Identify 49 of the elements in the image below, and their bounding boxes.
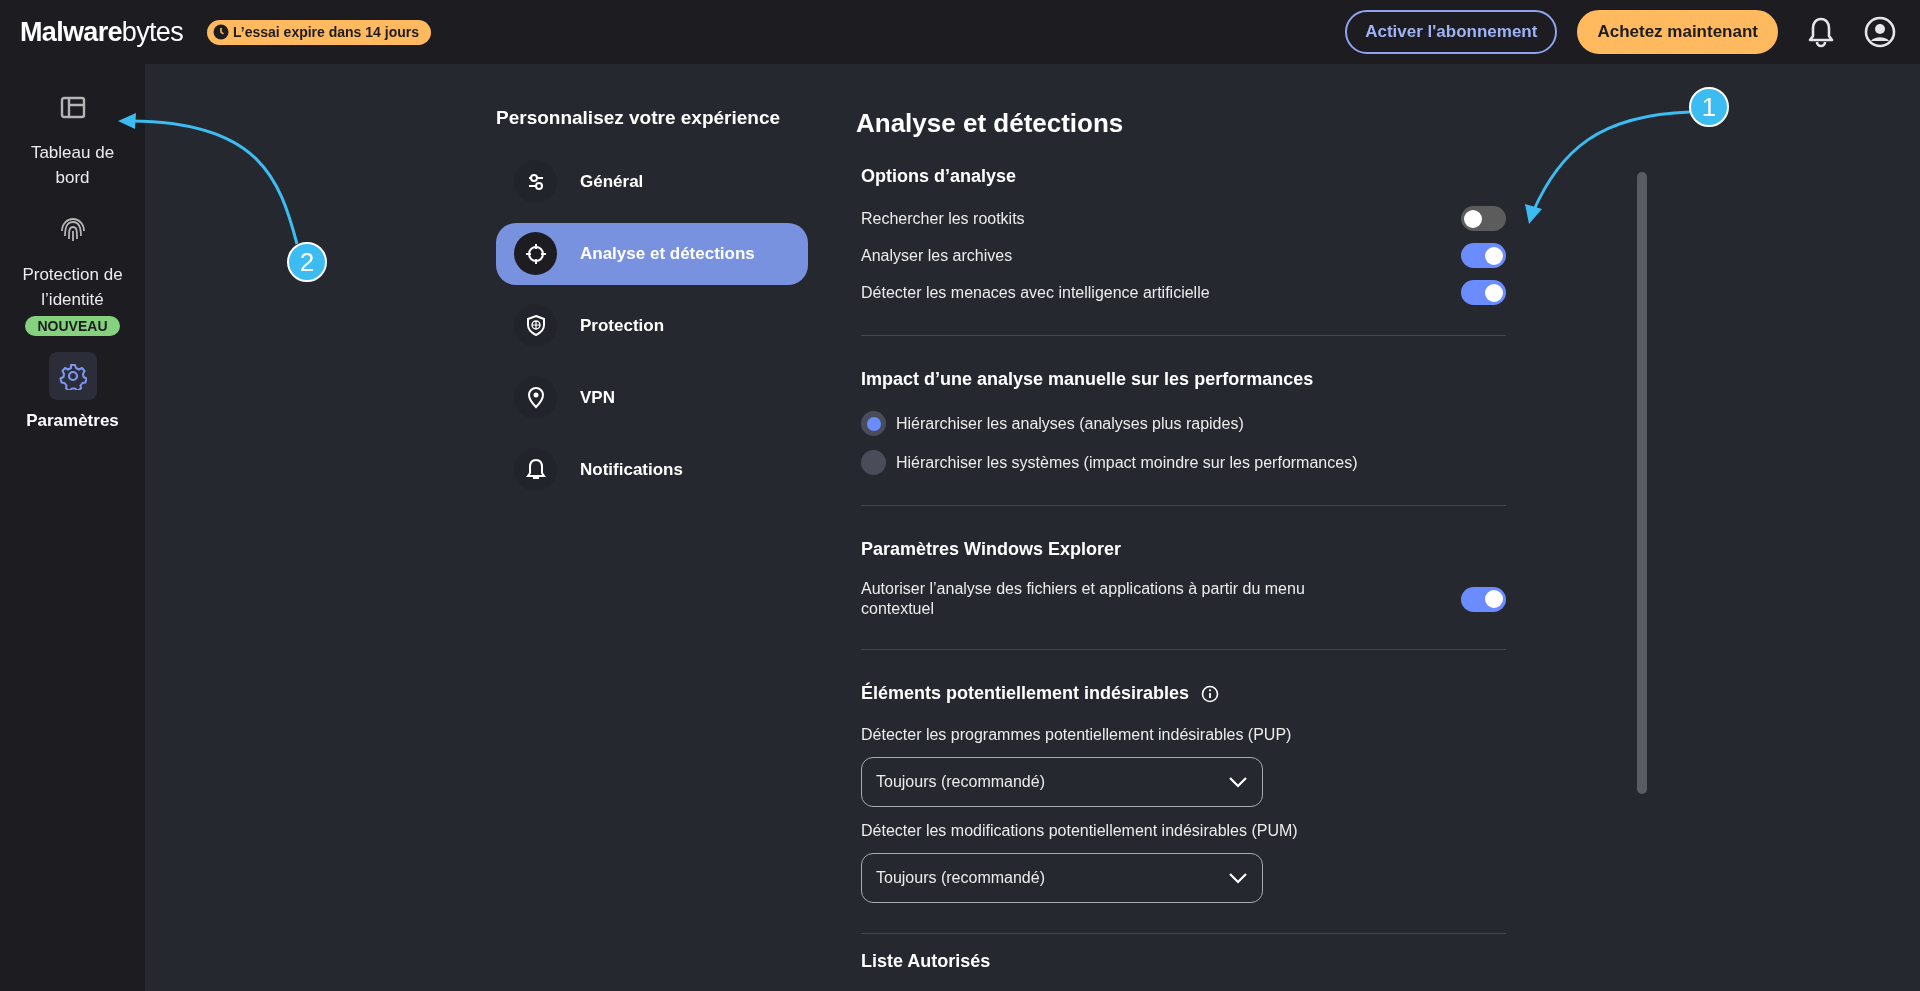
- sidebar-link[interactable]: Tableau de bord: [12, 140, 133, 190]
- radio-button[interactable]: [861, 411, 886, 436]
- radio-label: Hiérarchiser les analyses (analyses plus rapides): [896, 413, 1244, 434]
- shield-icon: [514, 304, 557, 347]
- field-label: Détecter les modifications potentiellement indésirables (PUM): [861, 821, 1299, 841]
- toggle-switch[interactable]: [1461, 243, 1506, 268]
- nav-icon-tile[interactable]: [48, 352, 97, 400]
- crosshair-icon: [514, 232, 557, 275]
- gear-icon[interactable]: [58, 362, 87, 390]
- settings-nav-item[interactable]: Général: [496, 150, 808, 213]
- chevron-down-icon: [1228, 776, 1248, 788]
- bell-icon: [514, 448, 557, 491]
- radio-button[interactable]: [861, 450, 886, 475]
- chevron-down-icon: [1228, 872, 1248, 884]
- logo: Malwarebytes: [20, 15, 183, 49]
- setting-label: Analyser les archives: [861, 245, 1013, 266]
- fingerprint-icon[interactable]: [58, 216, 87, 244]
- sidebar-link[interactable]: Protection de l’identité: [12, 262, 133, 312]
- section-title: Liste Autorisés: [861, 950, 991, 973]
- section-title: Options d’analyse: [861, 165, 1017, 188]
- info-icon[interactable]: [1201, 684, 1220, 703]
- toggle-switch[interactable]: [1461, 586, 1506, 612]
- sidebar-link[interactable]: Paramètres: [26, 408, 119, 433]
- notification-bell-icon[interactable]: [1806, 16, 1836, 48]
- sliders-icon: [514, 160, 557, 203]
- pin-icon: [514, 376, 557, 419]
- setting-label: Rechercher les rootkits: [861, 208, 1025, 229]
- dropdown[interactable]: Toujours (recommandé): [861, 853, 1263, 903]
- setting-label: Détecter les menaces avec intelligence artificielle: [861, 282, 1210, 303]
- page-title: Analyse et détections: [856, 107, 1125, 140]
- section-title: Éléments potentiellement indésirables: [861, 681, 1190, 705]
- new-badge: NOUVEAU: [25, 316, 120, 336]
- settings-nav-title: Personnalisez votre expérience: [496, 106, 782, 130]
- section-title: Impact d’une analyse manuelle sur les performances: [861, 368, 1314, 391]
- setting-label: Autoriser l’analyse des fichiers et applications à partir du menu contextuel: [861, 579, 1306, 619]
- dropdown[interactable]: Toujours (recommandé): [861, 757, 1263, 807]
- settings-nav-item[interactable]: VPN: [496, 366, 808, 429]
- settings-nav-item[interactable]: Notifications: [496, 438, 808, 501]
- settings-nav-item[interactable]: Protection: [496, 294, 808, 357]
- toggle-switch[interactable]: [1461, 206, 1506, 231]
- buy-button[interactable]: Achetez maintenant: [1577, 10, 1778, 54]
- section-title: Paramètres Windows Explorer: [861, 538, 1121, 561]
- field-label: Détecter les programmes potentiellement indésirables (PUP): [861, 725, 1293, 745]
- clock-icon: [213, 24, 229, 40]
- subscription-button[interactable]: Activer l'abonnement: [1345, 10, 1558, 54]
- toggle-switch[interactable]: [1461, 280, 1506, 305]
- account-icon[interactable]: [1864, 16, 1896, 48]
- radio-label: Hiérarchiser les systèmes (impact moindre sur les performances): [896, 452, 1358, 473]
- trial-badge: L’essai expire dans 14 jours: [207, 19, 431, 45]
